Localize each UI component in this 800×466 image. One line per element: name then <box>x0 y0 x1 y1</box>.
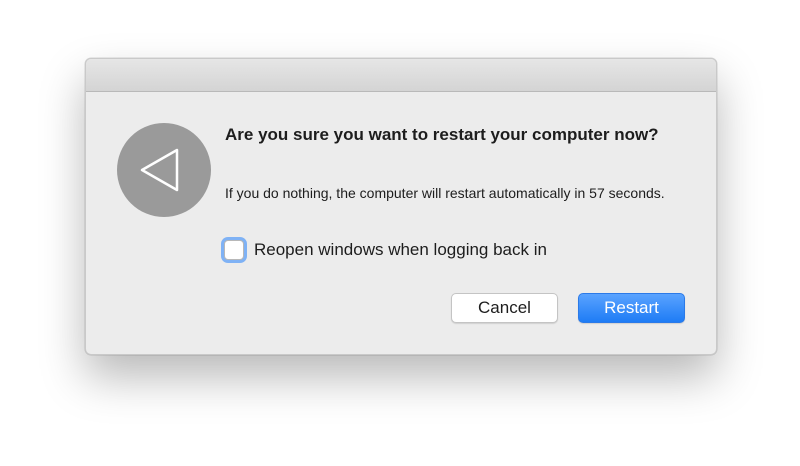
cancel-button[interactable]: Cancel <box>451 293 558 323</box>
dialog-message: If you do nothing, the computer will res… <box>225 185 665 201</box>
reopen-windows-label[interactable]: Reopen windows when logging back in <box>254 240 547 260</box>
reopen-windows-option[interactable]: Reopen windows when logging back in <box>221 235 547 265</box>
reopen-windows-checkbox[interactable] <box>224 240 244 260</box>
restart-arrow-icon <box>117 123 211 217</box>
restart-button[interactable]: Restart <box>578 293 685 323</box>
restart-dialog: Are you sure you want to restart your co… <box>85 58 717 355</box>
dialog-title: Are you sure you want to restart your co… <box>225 125 659 144</box>
dialog-titlebar[interactable] <box>86 59 716 92</box>
